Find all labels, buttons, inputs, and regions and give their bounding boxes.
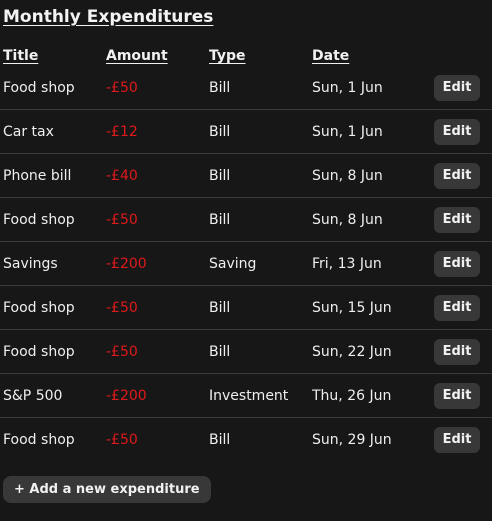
column-header-type: Type <box>209 48 246 64</box>
edit-button[interactable]: Edit <box>434 75 480 101</box>
cell-date: Sun, 8 Jun <box>312 212 383 228</box>
cell-date: Sun, 8 Jun <box>312 168 383 184</box>
cell-title: Phone bill <box>3 168 72 184</box>
cell-date: Sun, 22 Jun <box>312 344 392 360</box>
cell-title: Food shop <box>3 80 75 96</box>
cell-type: Investment <box>209 388 289 404</box>
edit-button[interactable]: Edit <box>434 207 480 233</box>
cell-amount: -£50 <box>106 300 138 316</box>
cell-amount: -£50 <box>106 432 138 448</box>
cell-title: Food shop <box>3 300 75 316</box>
edit-button[interactable]: Edit <box>434 339 480 365</box>
cell-type: Bill <box>209 344 231 360</box>
edit-button[interactable]: Edit <box>434 251 480 277</box>
cell-date: Fri, 13 Jun <box>312 256 382 272</box>
cell-date: Sun, 29 Jun <box>312 432 392 448</box>
edit-button[interactable]: Edit <box>434 119 480 145</box>
column-header-title: Title <box>3 48 39 64</box>
cell-type: Bill <box>209 212 231 228</box>
table-row: Food shop -£50 Bill Sun, 22 Jun Edit <box>0 330 492 374</box>
table-row: S&P 500 -£200 Investment Thu, 26 Jun Edi… <box>0 374 492 418</box>
cell-amount: -£200 <box>106 388 147 404</box>
edit-button[interactable]: Edit <box>434 163 480 189</box>
table-row: Phone bill -£40 Bill Sun, 8 Jun Edit <box>0 154 492 198</box>
cell-amount: -£50 <box>106 212 138 228</box>
edit-button[interactable]: Edit <box>434 295 480 321</box>
cell-date: Sun, 1 Jun <box>312 124 383 140</box>
page-title: Monthly Expenditures <box>3 7 214 27</box>
cell-amount: -£12 <box>106 124 138 140</box>
cell-type: Bill <box>209 124 231 140</box>
edit-button[interactable]: Edit <box>434 427 480 453</box>
cell-type: Bill <box>209 80 231 96</box>
cell-date: Thu, 26 Jun <box>312 388 392 404</box>
cell-amount: -£40 <box>106 168 138 184</box>
cell-title: Food shop <box>3 432 75 448</box>
cell-title: Food shop <box>3 344 75 360</box>
cell-date: Sun, 1 Jun <box>312 80 383 96</box>
edit-button[interactable]: Edit <box>434 383 480 409</box>
cell-amount: -£200 <box>106 256 147 272</box>
table-row: Food shop -£50 Bill Sun, 15 Jun Edit <box>0 286 492 330</box>
cell-amount: -£50 <box>106 80 138 96</box>
cell-title: Food shop <box>3 212 75 228</box>
table-header: Title Amount Type Date <box>0 48 492 68</box>
cell-title: Savings <box>3 256 58 272</box>
cell-title: S&P 500 <box>3 388 63 404</box>
cell-type: Saving <box>209 256 257 272</box>
column-header-date: Date <box>312 48 350 64</box>
cell-type: Bill <box>209 432 231 448</box>
table-row: Food shop -£50 Bill Sun, 29 Jun Edit <box>0 418 492 461</box>
column-header-amount: Amount <box>106 48 168 64</box>
expenditure-table-body: Food shop -£50 Bill Sun, 1 Jun Edit Car … <box>0 66 492 461</box>
table-row: Car tax -£12 Bill Sun, 1 Jun Edit <box>0 110 492 154</box>
table-row: Savings -£200 Saving Fri, 13 Jun Edit <box>0 242 492 286</box>
cell-amount: -£50 <box>106 344 138 360</box>
add-expenditure-button[interactable]: + Add a new expenditure <box>3 476 211 503</box>
cell-type: Bill <box>209 168 231 184</box>
cell-date: Sun, 15 Jun <box>312 300 392 316</box>
cell-type: Bill <box>209 300 231 316</box>
table-row: Food shop -£50 Bill Sun, 1 Jun Edit <box>0 66 492 110</box>
cell-title: Car tax <box>3 124 54 140</box>
table-row: Food shop -£50 Bill Sun, 8 Jun Edit <box>0 198 492 242</box>
